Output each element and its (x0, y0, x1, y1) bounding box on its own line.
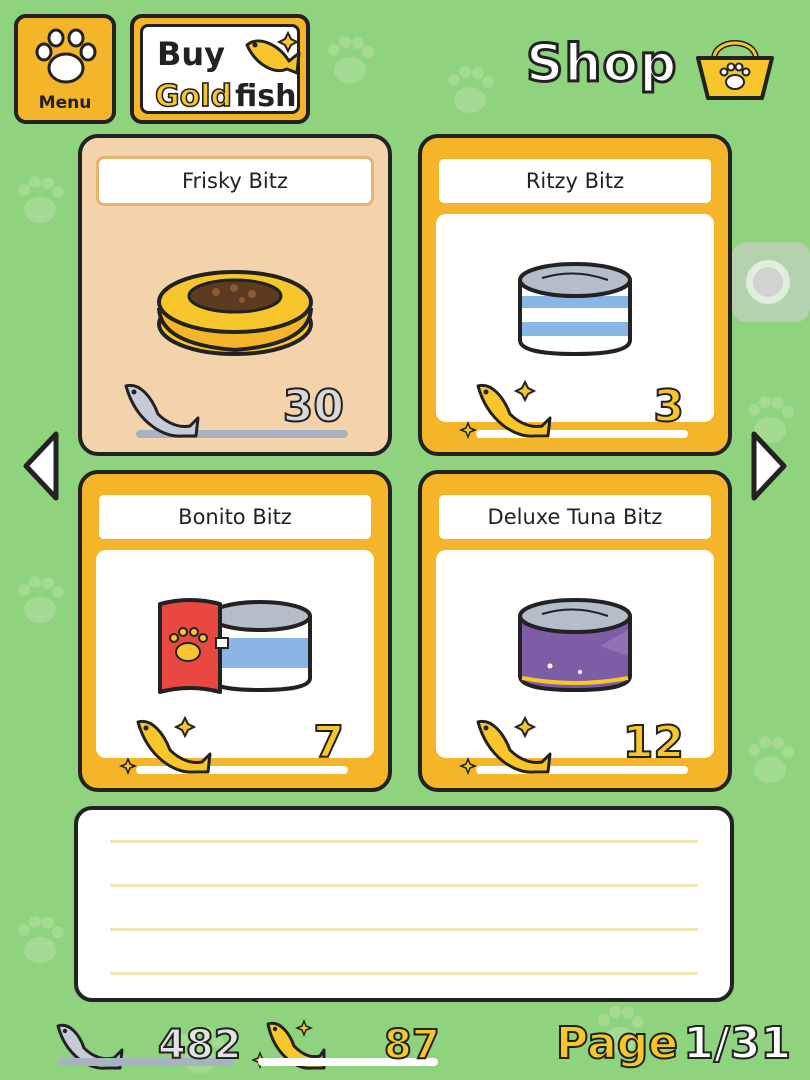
description-line (110, 840, 698, 843)
ritzy-can-icon (518, 262, 632, 357)
item-price: 12 (622, 716, 685, 769)
item-description-box (74, 806, 734, 1002)
food-bowl-icon (157, 270, 313, 356)
side-handle[interactable] (732, 242, 810, 322)
item-card-frisky-bitz[interactable]: Frisky Bitz 30 (78, 134, 392, 456)
item-card-bonito-bitz[interactable]: Bonito Bitz 7 (78, 470, 392, 792)
page-title: Shop (524, 33, 678, 96)
shopping-basket-icon (696, 40, 774, 100)
silver-fish-icon (124, 383, 200, 438)
description-line (110, 972, 698, 975)
menu-label: Menu (28, 92, 102, 114)
item-name: Frisky Bitz (96, 156, 374, 206)
item-price: 30 (282, 380, 345, 433)
item-name: Ritzy Bitz (436, 156, 714, 206)
page-number: 1/31 (682, 1017, 792, 1070)
description-line (110, 884, 698, 887)
item-name: Bonito Bitz (96, 492, 374, 542)
pagination: Page 1/31 (555, 1017, 792, 1070)
right-arrow-icon[interactable] (748, 428, 792, 504)
silver-fish-count: 482 (157, 1021, 242, 1069)
bonito-can-icon (158, 598, 312, 694)
item-price: 7 (312, 716, 345, 769)
handle-circle-icon (746, 260, 790, 304)
item-card-deluxe-tuna-bitz[interactable]: Deluxe Tuna Bitz 12 (418, 470, 732, 792)
left-arrow-icon[interactable] (18, 428, 62, 504)
gold-fish-icon (245, 31, 301, 75)
gold-label: Gold (154, 78, 233, 115)
item-card-ritzy-bitz[interactable]: Ritzy Bitz 3 (418, 134, 732, 456)
paw-icon (35, 28, 97, 84)
buy-label: Buy (157, 35, 226, 73)
gold-fish-count: 87 (383, 1021, 441, 1069)
deluxe-tuna-can-icon (518, 598, 632, 693)
menu-button[interactable]: Menu (14, 14, 116, 124)
item-price: 3 (652, 380, 685, 433)
buy-gold-fish-button[interactable]: Buy Gold fish (130, 14, 310, 124)
description-line (110, 928, 698, 931)
gold-fish-icon (118, 715, 212, 776)
gold-fish-icon (458, 379, 552, 440)
page-label: Page (555, 1017, 679, 1070)
item-name: Deluxe Tuna Bitz (436, 492, 714, 542)
buy-gold-fish-panel: Buy Gold fish (140, 24, 301, 115)
gold-fish-icon (458, 715, 552, 776)
